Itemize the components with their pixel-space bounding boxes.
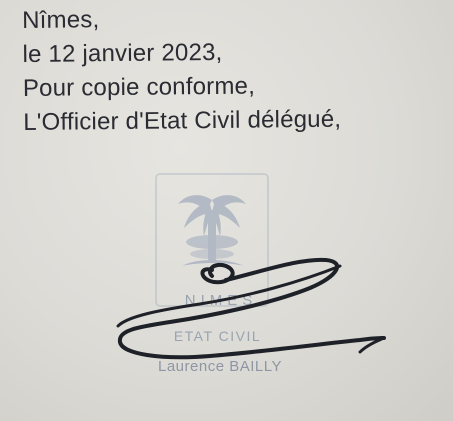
stamp-city-text: NIMES (184, 292, 258, 309)
certified-copy-line: Pour copie conforme, (22, 72, 256, 102)
officer-title-line: L'Officier d'Etat Civil délégué, (23, 105, 342, 136)
place-line: Nîmes, (22, 6, 100, 34)
date-line: le 12 janvier 2023, (22, 38, 223, 68)
certification-text: Nîmes, le 12 janvier 2023, Pour copie co… (22, 1, 341, 140)
stamp-officer-name: Laurence BAILLY (158, 358, 282, 375)
stamp-emblem-icon (155, 173, 269, 307)
stamp-service-text: ETAT CIVIL (173, 328, 262, 344)
official-stamp (152, 170, 272, 310)
